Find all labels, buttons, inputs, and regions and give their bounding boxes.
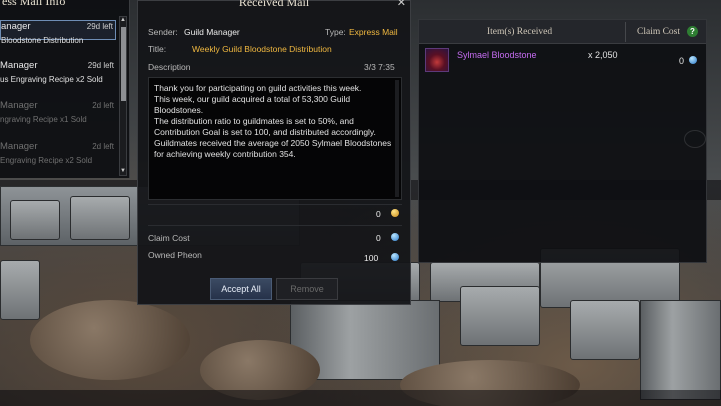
col-items-received: Item(s) Received — [487, 27, 553, 37]
claim-cost-label: Claim Cost — [148, 233, 190, 243]
item-quantity: x 2,050 — [588, 50, 618, 60]
header-divider — [625, 22, 626, 42]
mail-title: Weekly Guild Bloodstone Distribution — [192, 44, 332, 54]
gold-coin-icon — [391, 209, 399, 217]
type-label: Type: — [325, 27, 346, 37]
mail-item-sender: anager — [1, 21, 31, 32]
divider — [148, 204, 402, 205]
claim-cost-value: 0 — [376, 233, 381, 243]
panel-title: Received Mail — [238, 0, 310, 9]
mail-item-subject: Engraving Recipe x2 Sold — [0, 156, 93, 165]
mail-item-sender: Manager — [0, 100, 38, 111]
mail-item-subject: ngraving Recipe x1 Sold — [0, 115, 87, 124]
sender-label: Sender: — [148, 27, 178, 37]
help-icon[interactable]: ? — [687, 26, 698, 37]
mail-list-item[interactable]: anager 29d left Bloodstone Distribution — [0, 20, 116, 45]
scroll-down-icon[interactable]: ▼ — [120, 168, 126, 175]
mail-item-days-left: 29d left — [87, 61, 114, 70]
owned-pheon-value: 100 — [364, 253, 379, 263]
mail-body-scrollbar[interactable] — [395, 80, 399, 197]
mail-body: Thank you for participating on guild act… — [148, 77, 402, 200]
mail-item-subject: us Engraving Recipe x2 Sold — [0, 75, 103, 84]
received-mail-panel: Received Mail ✕ Sender: Guild Manager Ty… — [137, 0, 411, 305]
item-claim-cost: 0 — [679, 56, 685, 66]
mail-list-scrollbar[interactable]: ▲ ▼ — [119, 16, 127, 176]
item-name: Sylmael Bloodstone — [457, 50, 537, 60]
mail-item-sender: Manager — [0, 60, 38, 71]
description-label: Description — [148, 62, 191, 72]
scroll-up-icon[interactable]: ▲ — [120, 17, 126, 24]
divider — [148, 225, 402, 226]
scrollbar-thumb[interactable] — [121, 27, 126, 101]
mail-body-text: Thank you for participating on guild act… — [154, 83, 392, 159]
mail-item-days-left: 29d left — [86, 22, 113, 31]
page-indicator: 3/3 7:35 — [364, 62, 395, 72]
remove-button[interactable]: Remove — [276, 278, 338, 300]
owned-pheon-label: Owned Pheon — [148, 250, 202, 260]
pheon-icon — [391, 253, 399, 261]
mail-list-title: ess Mail Info — [2, 0, 66, 8]
mail-item-subject: Bloodstone Distribution — [1, 36, 84, 45]
mail-item-sender: Manager — [0, 141, 38, 152]
gold-amount: 0 — [376, 209, 381, 219]
close-icon[interactable]: ✕ — [397, 0, 406, 9]
col-claim-cost: Claim Cost — [637, 27, 681, 37]
sender-value: Guild Manager — [184, 27, 240, 37]
mail-list-item[interactable]: Manager 2d left ngraving Recipe x1 Sold — [0, 100, 116, 124]
items-table-header: Item(s) Received Claim Cost ? — [419, 20, 706, 44]
pheon-icon — [391, 233, 399, 241]
pheon-icon — [689, 56, 697, 64]
mail-item-days-left: 2d left — [92, 142, 114, 151]
mail-list-item[interactable]: Manager 2d left Engraving Recipe x2 Sold — [0, 141, 116, 165]
bloodstone-icon — [425, 48, 449, 72]
mail-item-days-left: 2d left — [92, 101, 114, 110]
title-label: Title: — [148, 44, 167, 54]
item-row[interactable]: Sylmael Bloodstone x 2,050 0 — [421, 46, 706, 74]
mail-list-item[interactable]: Manager 29d left us Engraving Recipe x2 … — [0, 60, 116, 84]
chat-bubble-icon[interactable] — [684, 130, 706, 148]
items-received-panel: Item(s) Received Claim Cost ? Sylmael Bl… — [418, 19, 707, 263]
mail-list-panel: ess Mail Info anager 29d left Bloodstone… — [0, 0, 130, 178]
type-value: Express Mail — [349, 27, 398, 37]
accept-all-button[interactable]: Accept All — [210, 278, 272, 300]
